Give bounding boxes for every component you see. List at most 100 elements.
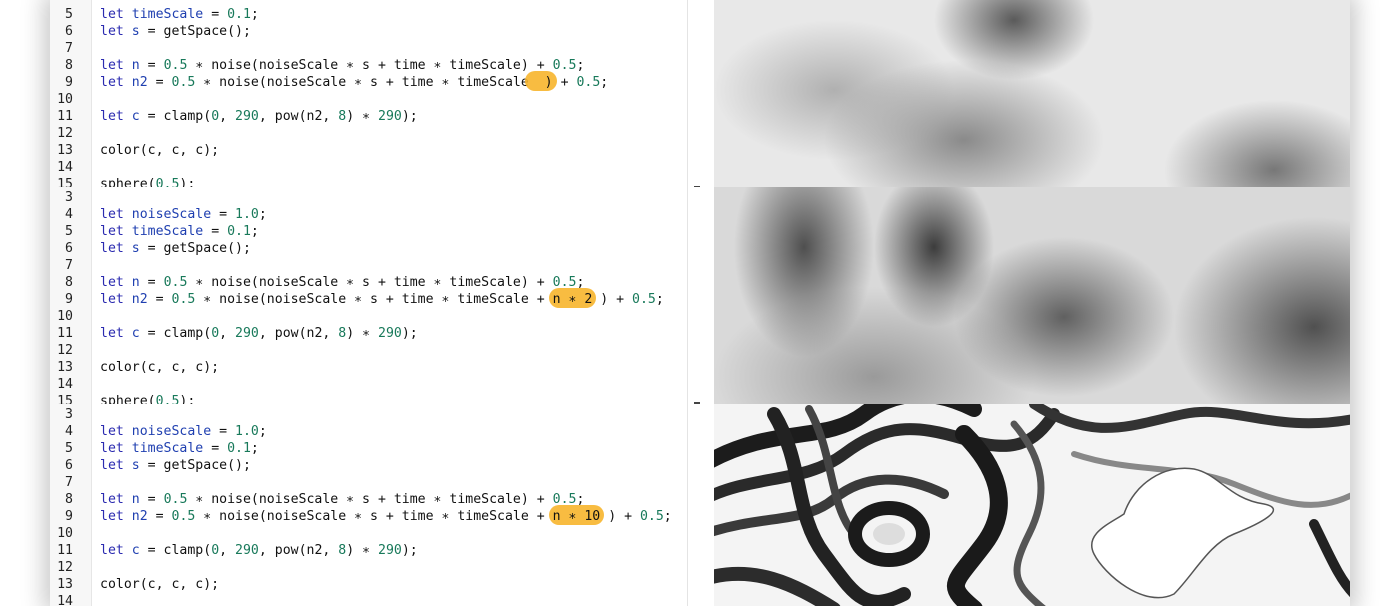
line-number: 14 [57,594,73,606]
code-line[interactable]: 10 [50,308,714,325]
code-token: ; [663,509,672,524]
code-line[interactable]: 14 [50,376,714,393]
code-token: let [100,424,124,439]
code-line[interactable]: 15 sphere(0.5); [50,393,714,404]
code-line[interactable]: 3 [50,406,714,423]
code-line[interactable]: 8 let n = 0.5 ∗ noise(noiseScale ∗ s + ti… [50,57,714,74]
code-line[interactable]: 5 let timeScale = 0.1; [50,223,714,240]
code-token: 1.0 [235,424,259,439]
code-text: let n = 0.5 ∗ noise(noiseScale ∗ s + tim… [100,275,584,290]
code-token: 0.5 [576,75,601,90]
code-line[interactable]: 7 [50,40,714,57]
code-editor-3[interactable]: 3 4 let noiseScale = 1.0; 5 let timeScale = … [50,404,714,606]
code-editor-1[interactable]: 5 let timeScale = 0.1; 6 let s = getSpace()… [50,0,714,217]
code-line[interactable]: 11 let c = clamp(0, 290, pow(n2, 8) ∗ 290… [50,542,714,559]
code-line[interactable]: 13 color(c, c, c); [50,142,714,159]
render-preview-2 [714,187,1350,404]
code-text: color(c, c, c); [100,360,219,375]
code-line[interactable]: 14 [50,593,714,606]
code-token: 290 [378,109,402,124]
line-number: 3 [65,407,73,422]
code-token: 0.5 [171,292,196,307]
code-line[interactable]: 4 let noiseScale = 1.0; [50,423,714,440]
code-token: = [211,424,236,439]
code-line[interactable]: 8 let n = 0.5 ∗ noise(noiseScale ∗ s + ti… [50,274,714,291]
code-line[interactable]: 9 let n2 = 0.5 ∗ noise(noiseScale ∗ s + t… [50,505,714,525]
code-lines: 3 4 let noiseScale = 1.0; 5 let timeScale = … [50,406,714,606]
line-number: 6 [65,458,73,473]
code-line[interactable]: 13 color(c, c, c); [50,576,714,593]
code-line[interactable]: 3 [50,189,714,206]
code-line[interactable]: 9 let n2 = 0.5 ∗ noise(noiseScale ∗ s + t… [50,288,714,308]
code-token: 0.1 [227,7,251,22]
code-token: let [100,7,124,22]
code-line[interactable]: 12 [50,559,714,576]
code-line[interactable]: 5 let timeScale = 0.1; [50,6,714,23]
code-line[interactable]: 7 [50,474,714,491]
highlighted-code: ) [524,71,557,91]
code-line[interactable]: 6 let s = getSpace(); [50,240,714,257]
code-text: let c = clamp(0, 290, pow(n2, 8) ∗ 290); [100,543,418,558]
line-number: 14 [57,377,73,392]
code-token: = getSpace(); [139,241,251,256]
code-line[interactable]: 12 [50,125,714,142]
line-number: 5 [65,224,73,239]
code-token: ) + [592,292,633,307]
code-token: ; [258,424,267,439]
code-token: = [147,292,172,307]
code-token: = clamp( [139,543,212,558]
code-line[interactable]: 14 [50,159,714,176]
code-text: let s = getSpace(); [100,458,251,473]
line-number: 11 [57,543,73,558]
line-number: 7 [65,475,73,490]
code-editor-2[interactable]: 3 4 let noiseScale = 1.0; 5 let timeScale = … [50,187,714,404]
code-line[interactable]: 10 [50,91,714,108]
code-token: = getSpace(); [139,24,251,39]
line-number: 5 [65,441,73,456]
code-token: n2 [131,75,148,90]
code-token: , pow(n2, [258,543,339,558]
code-line[interactable]: 9 let n2 = 0.5 ∗ noise(noiseScale ∗ s + t… [50,71,714,91]
code-line[interactable]: 11 let c = clamp(0, 290, pow(n2, 8) ∗ 290… [50,108,714,125]
code-token: let [100,326,124,341]
code-token: , pow(n2, [258,326,339,341]
code-token: noiseScale [131,207,212,222]
app-window: 5 let timeScale = 0.1; 6 let s = getSpace()… [50,0,1350,606]
code-token: 0.5 [639,509,664,524]
code-token: let [100,458,124,473]
code-token: timeScale [131,224,204,239]
line-number: 7 [65,41,73,56]
code-line[interactable]: 6 let s = getSpace(); [50,23,714,40]
code-line[interactable]: 11 let c = clamp(0, 290, pow(n2, 8) ∗ 290… [50,325,714,342]
code-line[interactable]: 4 let noiseScale = 1.0; [50,206,714,223]
line-number: 11 [57,326,73,341]
line-number: 13 [57,577,73,592]
code-line[interactable]: 6 let s = getSpace(); [50,457,714,474]
code-token: ∗ noise(noiseScale ∗ s + time ∗ timeScal… [195,75,529,90]
code-token: ); [401,326,418,341]
code-token: ; [250,441,259,456]
code-token: 0.5 [632,292,656,307]
line-number: 14 [57,160,73,175]
code-token: 0.5 [552,58,577,73]
code-line[interactable]: 12 [50,342,714,359]
code-line[interactable]: 8 let n = 0.5 ∗ noise(noiseScale ∗ s + ti… [50,491,714,508]
code-text: let s = getSpace(); [100,24,251,39]
line-number: 9 [65,292,73,307]
code-token: let [100,75,124,90]
code-token: 290 [235,109,259,124]
code-line[interactable]: 7 [50,257,714,274]
code-line[interactable]: 13 color(c, c, c); [50,359,714,376]
code-line[interactable]: 10 [50,525,714,542]
code-token: n [131,58,140,73]
code-line[interactable]: 5 let timeScale = 0.1; [50,440,714,457]
code-token: = [203,7,228,22]
code-lines: 5 let timeScale = 0.1; 6 let s = getSpace()… [50,6,714,193]
code-token: let [100,207,124,222]
code-text: let n = 0.5 ∗ noise(noiseScale ∗ s + tim… [100,492,584,507]
code-token: ); [401,109,418,124]
